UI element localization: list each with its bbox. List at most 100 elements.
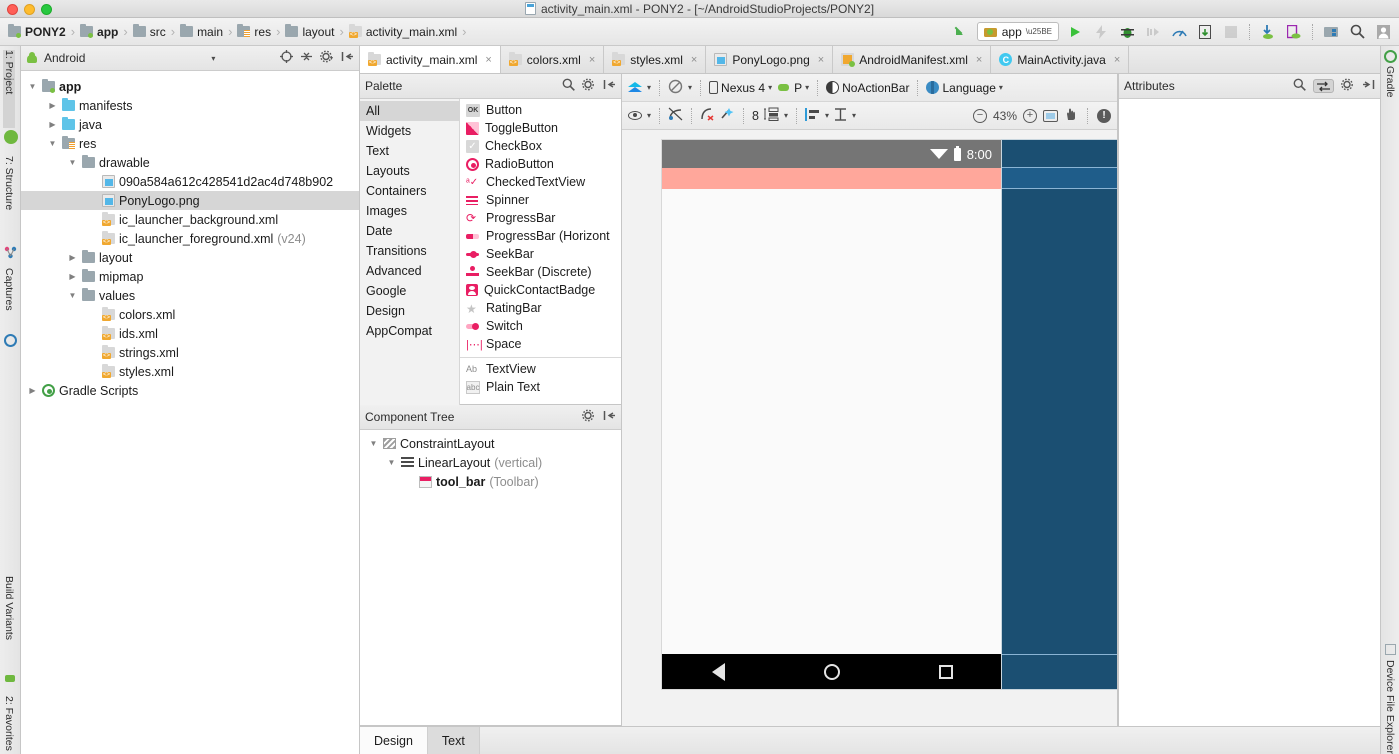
tree-node-app[interactable]: ▼ app: [21, 77, 359, 96]
sidebar-item-gradle[interactable]: Gradle: [1384, 66, 1396, 116]
palette-item-spinner[interactable]: Spinner: [460, 191, 621, 209]
tree-node-ic-launcher-background-xml[interactable]: ic_launcher_background.xml: [21, 210, 359, 229]
gear-icon[interactable]: ▾: [320, 50, 334, 66]
palette-item-progressbar-horizont[interactable]: ProgressBar (Horizont: [460, 227, 621, 245]
tree-node-mipmap[interactable]: ▶ mipmap: [21, 267, 359, 286]
align-icon[interactable]: [804, 107, 820, 124]
sidebar-item-favorites[interactable]: 2: Favorites: [3, 696, 15, 754]
palette-items[interactable]: OK Button ToggleButton ✓ CheckBox RadioButton…: [460, 99, 621, 405]
guideline-icon[interactable]: [834, 107, 847, 124]
palette-category-appcompat[interactable]: AppCompat: [360, 321, 459, 341]
run-configuration-selector[interactable]: app \u25BE: [976, 22, 1059, 41]
palette-item-checkedtextview[interactable]: ᵃ✓ CheckedTextView: [460, 173, 621, 191]
tree-node-java[interactable]: ▶ java: [21, 115, 359, 134]
default-margin-value[interactable]: 8: [752, 109, 759, 123]
tree-node-ponylogo-png[interactable]: PonyLogo.png: [21, 191, 359, 210]
chevron-right-icon[interactable]: ▶: [47, 101, 58, 110]
chevron-down-icon[interactable]: ▾: [647, 83, 651, 92]
chevron-down-icon[interactable]: ▾: [768, 83, 772, 92]
sidebar-item-build-variants[interactable]: Build Variants: [3, 576, 15, 664]
editor-tab-ponylogo-png[interactable]: PonyLogo.png ×: [706, 46, 834, 73]
palette-item-textview[interactable]: Ab TextView: [460, 360, 621, 378]
blueprint-content-area[interactable]: [1002, 189, 1117, 654]
tree-node-strings-xml[interactable]: strings.xml: [21, 343, 359, 362]
sidebar-item-device-file-explorer[interactable]: Device File Explorer: [1384, 660, 1396, 754]
chevron-right-icon[interactable]: ▶: [27, 386, 38, 395]
language-selector[interactable]: Language ▾: [926, 81, 1003, 95]
palette-category-date[interactable]: Date: [360, 221, 459, 241]
tree-node-colors-xml[interactable]: colors.xml: [21, 305, 359, 324]
palette-category-text[interactable]: Text: [360, 141, 459, 161]
pan-icon[interactable]: [1064, 107, 1078, 124]
breadcrumb-item-main[interactable]: main: [178, 18, 225, 45]
chevron-down-icon[interactable]: ▾: [852, 111, 856, 120]
component-tree-node-constraintlayout[interactable]: ▼ ConstraintLayout: [360, 434, 621, 453]
tree-node-layout[interactable]: ▶ layout: [21, 248, 359, 267]
breadcrumb-item-pony2[interactable]: PONY2: [6, 18, 68, 45]
palette-item-switch[interactable]: Switch: [460, 317, 621, 335]
project-structure-icon[interactable]: [1321, 22, 1341, 42]
chevron-down-icon[interactable]: ▼: [27, 82, 38, 91]
tree-node-090a584a612c428541d2ac4d748b902[interactable]: 090a584a612c428541d2ac4d748b902: [21, 172, 359, 191]
chevron-down-icon[interactable]: ▾: [688, 83, 692, 92]
palette-category-images[interactable]: Images: [360, 201, 459, 221]
chevron-down-icon[interactable]: ▼: [67, 291, 78, 300]
chevron-right-icon[interactable]: ▶: [47, 120, 58, 129]
palette-category-all[interactable]: All: [360, 101, 459, 121]
sidebar-item-captures[interactable]: Captures: [3, 268, 15, 328]
palette-item-plain-text[interactable]: abc Plain Text: [460, 378, 621, 396]
tree-node-res[interactable]: ▼ res: [21, 134, 359, 153]
minimize-window-button[interactable]: [24, 4, 35, 15]
device-selector[interactable]: Nexus 4 ▾: [709, 81, 772, 95]
stop-button[interactable]: [1221, 22, 1241, 42]
search-everywhere-icon[interactable]: [1347, 22, 1367, 42]
breadcrumb-item-src[interactable]: src: [131, 18, 168, 45]
clear-constraints-icon[interactable]: [700, 107, 715, 124]
gear-icon[interactable]: [582, 78, 596, 94]
palette-item-seekbar[interactable]: SeekBar: [460, 245, 621, 263]
tree-node-ic-launcher-foreground-xml[interactable]: ic_launcher_foreground.xml(v24): [21, 229, 359, 248]
hide-panel-icon[interactable]: [341, 50, 354, 66]
project-view-selector-label[interactable]: Android: [44, 51, 85, 65]
editor-tabs[interactable]: activity_main.xml × colors.xml × styles.xml ×…: [360, 46, 1380, 74]
target-icon[interactable]: [280, 50, 293, 66]
eye-icon[interactable]: [628, 111, 642, 120]
chevron-down-icon[interactable]: ▾: [784, 111, 788, 120]
orientation-icon[interactable]: [668, 79, 683, 97]
hide-panel-icon[interactable]: [1362, 78, 1375, 94]
palette-category-advanced[interactable]: Advanced: [360, 261, 459, 281]
chevron-right-icon[interactable]: ▶: [67, 253, 78, 262]
tree-node-styles-xml[interactable]: styles.xml: [21, 362, 359, 381]
design-mode-icon[interactable]: [628, 81, 642, 94]
run-tests-icon[interactable]: [1143, 22, 1163, 42]
collapse-all-icon[interactable]: [300, 50, 313, 66]
close-icon[interactable]: ×: [1114, 54, 1120, 66]
attach-debugger-icon[interactable]: [1195, 22, 1215, 42]
chevron-down-icon[interactable]: ▾: [825, 111, 829, 120]
close-icon[interactable]: ×: [818, 54, 824, 66]
avd-manager-icon[interactable]: [1284, 22, 1304, 42]
margin-icon[interactable]: [763, 107, 779, 124]
editor-tab-androidmanifest-xml[interactable]: AndroidManifest.xml ×: [833, 46, 992, 73]
window-controls[interactable]: [7, 4, 52, 15]
hide-panel-icon[interactable]: [603, 78, 616, 94]
palette-item-button[interactable]: OK Button: [460, 101, 621, 119]
component-tree-node-tool-bar[interactable]: tool_bar (Toolbar): [360, 472, 621, 491]
palette-item-radiobutton[interactable]: RadioButton: [460, 155, 621, 173]
chevron-down-icon[interactable]: ▼: [67, 158, 78, 167]
breadcrumb-item-app[interactable]: app: [78, 18, 120, 45]
zoom-out-icon[interactable]: −: [972, 108, 987, 123]
tree-node-manifests[interactable]: ▶ manifests: [21, 96, 359, 115]
maximize-window-button[interactable]: [41, 4, 52, 15]
apply-changes-icon[interactable]: [1091, 22, 1111, 42]
sdk-manager-icon[interactable]: [1258, 22, 1278, 42]
palette-item-seekbar-discrete-[interactable]: SeekBar (Discrete): [460, 263, 621, 281]
palette-item-space[interactable]: |⋯| Space: [460, 335, 621, 353]
palette-item-quickcontactbadge[interactable]: QuickContactBadge: [460, 281, 621, 299]
toggle-view-icon[interactable]: [1313, 79, 1334, 93]
tree-node-drawable[interactable]: ▼ drawable: [21, 153, 359, 172]
device-content-area[interactable]: [662, 189, 1002, 654]
zoom-to-fit-icon[interactable]: [1043, 109, 1058, 122]
palette-item-togglebutton[interactable]: ToggleButton: [460, 119, 621, 137]
debug-button[interactable]: [1117, 22, 1137, 42]
